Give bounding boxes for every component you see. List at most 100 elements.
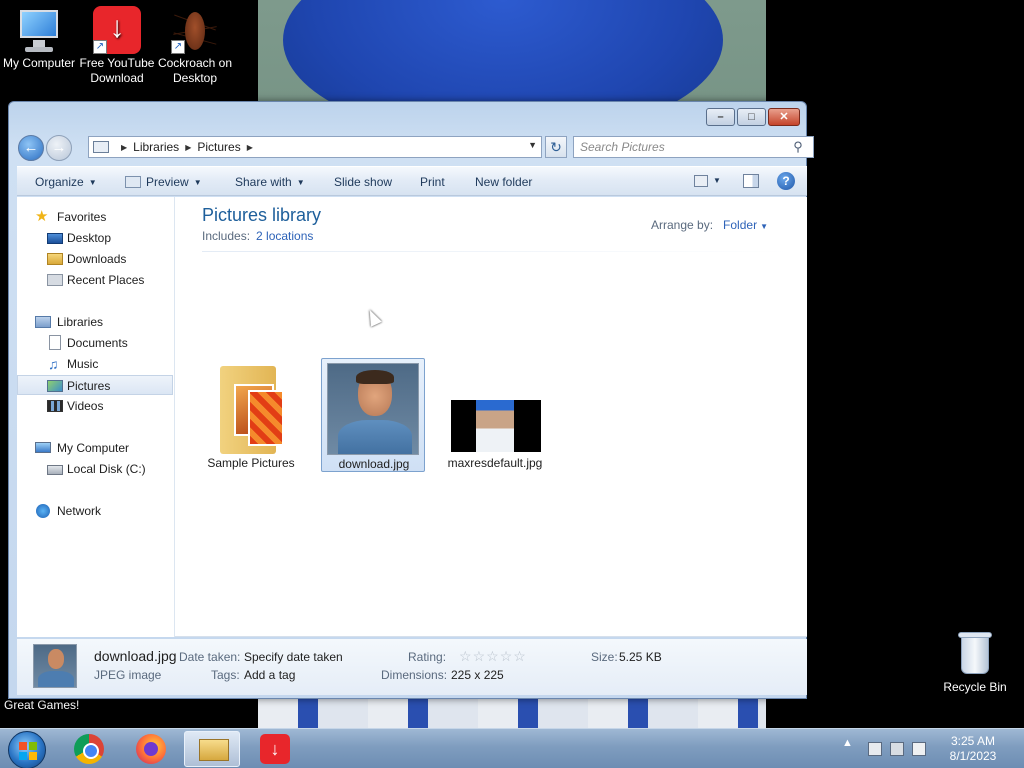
nav-music[interactable]: ♫ Music [17,354,173,374]
clock[interactable]: 3:25 AM 8/1/2023 [930,734,1016,764]
breadcrumb-separator-icon[interactable]: ▶ [185,143,191,152]
nav-downloads[interactable]: Downloads [17,249,173,269]
tags-value[interactable]: Add a tag [244,668,295,682]
great-games-text[interactable]: Great Games! [4,698,79,712]
windows-logo-icon [19,742,37,760]
divider [202,251,792,252]
slide-show-button[interactable]: Slide show [334,175,392,189]
tags-label: Tags: [211,668,240,682]
rating-star-icon[interactable]: ☆ [473,648,487,664]
desktop-icon [47,233,63,244]
taskbar-explorer[interactable] [184,731,240,767]
nav-recent-places[interactable]: Recent Places [17,270,173,290]
taskbar-chrome[interactable] [60,731,116,767]
help-button[interactable]: ? [777,172,795,190]
rating-star-icon[interactable]: ☆ [513,648,527,664]
pictures-icon [47,380,63,392]
search-icon[interactable]: ⚲ [789,138,807,156]
hard-disk-icon [47,465,63,475]
rating-star-icon[interactable]: ☆ [486,648,500,664]
show-hidden-icons-button[interactable]: ▲ [842,737,853,749]
nav-libraries[interactable]: Libraries [17,312,173,332]
taskbar-youtube-download[interactable]: ↓ [246,731,302,767]
nav-documents[interactable]: Documents [17,333,173,353]
download-arrow-icon: ↓ [260,734,290,764]
minimize-icon: – [717,111,724,123]
date-taken-value[interactable]: Specify date taken [244,650,343,664]
library-includes: Includes: 2 locations [202,229,314,243]
rating-label: Rating: [408,650,447,664]
details-filename: download.jpg [94,648,177,664]
chevron-down-icon: ▼ [296,178,305,187]
download-arrow-icon: ↓ ↗ [93,6,141,54]
rating-stars[interactable]: ☆☆☆☆☆ [459,648,527,665]
file-item-download-jpg[interactable]: download.jpg [321,358,425,472]
back-button[interactable]: ← [18,135,44,161]
size-value: 5.25 KB [619,650,662,664]
breadcrumb-pictures[interactable]: Pictures [197,140,240,154]
file-name: Sample Pictures [207,456,295,470]
help-icon: ? [782,174,790,188]
caption-buttons: – □ ✕ [704,108,800,126]
chevron-down-icon[interactable]: ▼ [713,176,721,185]
rating-star-icon[interactable]: ☆ [459,648,473,664]
preview-pane-icon[interactable] [743,174,759,188]
desktop-icon-recycle-bin[interactable]: Recycle Bin [936,630,1014,695]
network-status-icon[interactable] [890,742,904,756]
refresh-icon: ↻ [550,139,562,155]
music-note-icon: ♫ [48,356,59,372]
print-button[interactable]: Print [420,175,445,189]
forward-button[interactable]: → [46,135,72,161]
computer-icon [15,6,63,54]
maximize-icon: □ [748,111,755,123]
share-with-button[interactable]: Share with ▼ [235,175,305,189]
nav-network[interactable]: Network [17,501,173,521]
nav-local-disk[interactable]: Local Disk (C:) [17,459,173,479]
organize-button[interactable]: Organize ▼ [35,175,97,189]
chevron-down-icon[interactable]: ▼ [760,222,768,231]
new-folder-button[interactable]: New folder [475,175,532,189]
dimensions-value: 225 x 225 [451,668,504,682]
close-button[interactable]: ✕ [768,108,800,126]
address-bar[interactable]: ▶ Libraries ▶ Pictures ▶ ▼ [88,136,542,158]
nav-my-computer[interactable]: My Computer [17,438,173,458]
nav-videos[interactable]: Videos [17,396,173,416]
nav-favorites[interactable]: ★ Favorites [17,207,173,227]
chevron-down-icon: ▼ [88,178,97,187]
breadcrumb-libraries[interactable]: Libraries [133,140,179,154]
date-taken-label: Date taken: [179,650,241,664]
nav-desktop[interactable]: Desktop [17,228,173,248]
file-item-maxresdefault-jpg[interactable]: maxresdefault.jpg [443,358,547,472]
network-icon [36,504,50,518]
breadcrumb-separator-icon[interactable]: ▶ [247,143,253,152]
refresh-button[interactable]: ↻ [545,136,567,158]
maximize-button[interactable]: □ [737,108,766,126]
action-center-icon[interactable] [868,742,882,756]
content-area: ★ Favorites Desktop Downloads Recent Plac… [17,197,807,637]
film-strip-icon [47,400,63,412]
navigation-pane: ★ Favorites Desktop Downloads Recent Plac… [17,197,175,637]
desktop-icon-my-computer[interactable]: My Computer [0,6,78,71]
taskbar-firefox[interactable] [122,731,178,767]
clock-date: 8/1/2023 [949,749,997,763]
preview-button[interactable]: Preview ▼ [125,175,202,189]
breadcrumb-separator-icon[interactable]: ▶ [121,143,127,152]
rating-star-icon[interactable]: ☆ [500,648,514,664]
desktop-icon-free-youtube-download[interactable]: ↓ ↗ Free YouTube Download [78,6,156,86]
file-item-sample-pictures[interactable]: Sample Pictures [199,358,303,472]
forward-arrow-icon: → [51,139,67,156]
nav-pictures[interactable]: Pictures [17,375,173,395]
desktop-icon-label: My Computer [2,56,76,70]
file-name: maxresdefault.jpg [447,456,543,470]
minimize-button[interactable]: – [706,108,735,126]
address-history-dropdown-icon[interactable]: ▼ [528,140,537,150]
start-button[interactable] [8,731,46,768]
volume-muted-icon[interactable] [912,742,926,756]
explorer-icon [199,739,229,761]
change-view-icon[interactable] [694,175,708,187]
computer-icon [35,442,51,453]
desktop-icon-cockroach[interactable]: ↗ Cockroach on Desktop [156,6,234,86]
arrange-by-dropdown[interactable]: Folder [723,218,757,232]
locations-link[interactable]: 2 locations [256,229,313,243]
search-input[interactable]: Search Pictures [573,136,814,158]
